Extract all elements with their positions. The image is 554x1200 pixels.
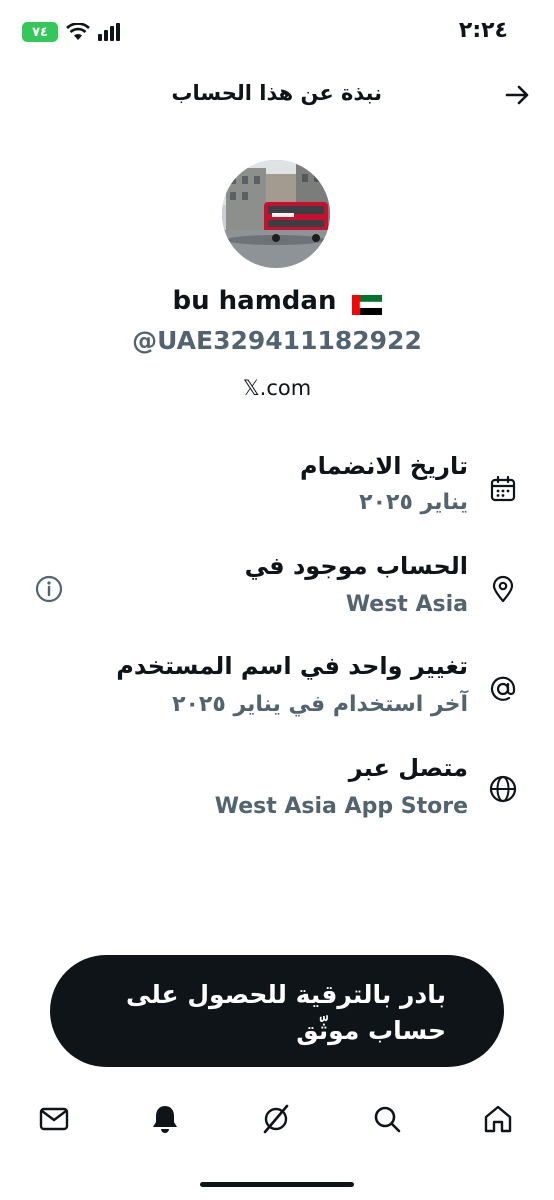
battery-level: ٧٤	[32, 24, 48, 40]
info-circle-icon[interactable]	[34, 574, 64, 604]
globe-icon	[489, 775, 517, 803]
avatar-photo	[222, 160, 330, 268]
wifi-icon	[66, 23, 90, 40]
search-icon[interactable]	[370, 1102, 404, 1136]
info-title: متصل عبر	[348, 754, 468, 782]
battery-icon: ٧٤	[22, 22, 58, 42]
at-sign-icon	[490, 676, 516, 701]
avatar[interactable]	[222, 160, 330, 268]
status-icons: ٧٤	[22, 22, 120, 42]
info-title: تاريخ الانضمام	[300, 452, 468, 480]
display-name: bu hamdan	[172, 286, 337, 316]
bottom-nav	[0, 1090, 554, 1160]
grok-icon[interactable]	[259, 1102, 293, 1136]
info-title: تغيير واحد في اسم المستخدم	[116, 652, 468, 680]
info-value: يناير ٢٠٢٥	[359, 490, 468, 515]
uae-flag-icon	[351, 292, 382, 315]
location-pin-icon	[492, 575, 514, 603]
arrow-right-icon[interactable]	[502, 80, 532, 110]
header: نبذة عن هذا الحساب	[0, 68, 554, 118]
signal-icon	[98, 23, 120, 41]
website-link[interactable]: 𝕏.com	[0, 376, 554, 400]
upgrade-button[interactable]: بادر بالترقية للحصول على حساب موثّق	[50, 955, 504, 1067]
display-name-row: bu hamdan	[0, 286, 554, 316]
calendar-icon	[490, 475, 516, 502]
info-row-location: الحساب موجود في West Asia	[0, 548, 554, 638]
home-icon[interactable]	[481, 1102, 515, 1136]
info-value: آخر استخدام في يناير ٢٠٢٥	[172, 692, 468, 717]
page-title: نبذة عن هذا الحساب	[171, 81, 382, 105]
messages-icon[interactable]	[37, 1102, 71, 1136]
notifications-icon[interactable]	[148, 1102, 182, 1136]
info-row-joined: تاريخ الانضمام يناير ٢٠٢٥	[0, 448, 554, 538]
status-time: ٢:٢٤	[458, 18, 508, 43]
info-row-username-change: تغيير واحد في اسم المستخدم آخر استخدام ف…	[0, 648, 554, 738]
upgrade-button-label: بادر بالترقية للحصول على حساب موثّق	[126, 980, 446, 1045]
handle: @UAE329411182922	[132, 326, 422, 355]
info-value: West Asia App Store	[214, 794, 468, 819]
home-indicator	[200, 1182, 354, 1187]
info-title: الحساب موجود في	[244, 552, 468, 580]
info-row-connected-via: متصل عبر West Asia App Store	[0, 750, 554, 840]
status-bar: ٧٤ ٢:٢٤	[0, 0, 554, 64]
info-value: West Asia	[345, 592, 468, 617]
